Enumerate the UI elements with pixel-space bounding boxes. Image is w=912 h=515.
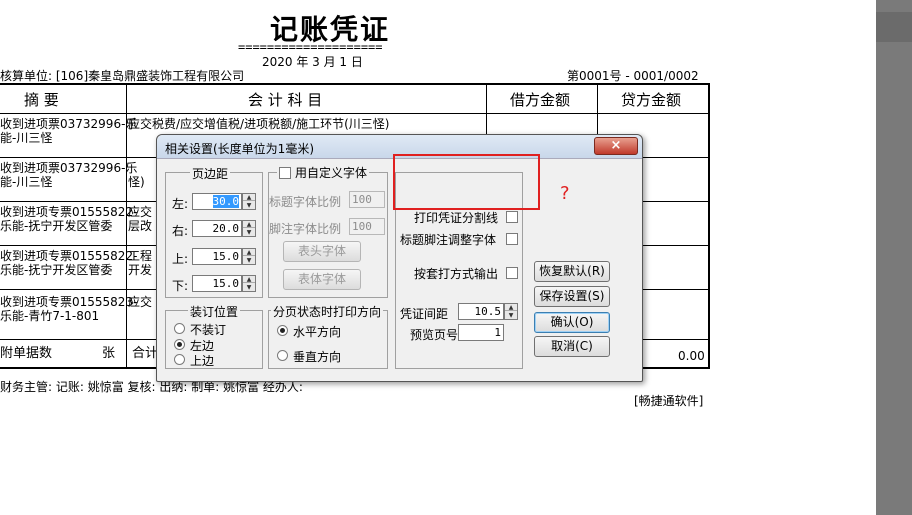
software-brand: [畅捷通软件] (634, 394, 704, 408)
spin-down-icon[interactable]: ▼ (505, 312, 517, 319)
spin-down-icon[interactable]: ▼ (243, 284, 255, 291)
close-button[interactable]: × (594, 137, 638, 155)
adjust-footer-font-checkbox[interactable] (506, 233, 518, 245)
template-print-label: 按套打方式输出 (414, 267, 499, 281)
total-value: 0.00 (678, 349, 705, 363)
option-horizontal: 水平方向 (293, 325, 342, 339)
confirm-button[interactable]: 确认(O) (534, 312, 610, 333)
custom-font-checkbox[interactable] (279, 167, 291, 179)
margins-group-label: 页边距 (190, 165, 231, 182)
dialog-title: 相关设置(长度单位为1毫米) (165, 142, 314, 156)
spin-up-icon[interactable]: ▲ (243, 194, 255, 201)
margin-top-spinner[interactable]: ▲ ▼ (242, 248, 256, 265)
row-account: 应交税费/应交增值税/进项税额/施工环节(川三怪) (128, 117, 390, 131)
restore-default-button[interactable]: 恢复默认(R) (534, 261, 610, 282)
title-underline: ==================== (238, 40, 383, 54)
voucher-spacing-label: 凭证间距 (400, 307, 449, 321)
row-account: 层改 (128, 219, 153, 233)
header-credit: 贷方金额 (621, 91, 682, 109)
print-divider-label: 打印凭证分割线 (414, 211, 499, 225)
margin-top-label: 上: (172, 252, 189, 266)
radio-no-binding[interactable] (174, 323, 185, 334)
spin-up-icon[interactable]: ▲ (243, 221, 255, 228)
margin-bottom-label: 下: (172, 279, 189, 293)
spin-up-icon[interactable]: ▲ (243, 249, 255, 256)
preview-page-label: 预览页号 (410, 328, 459, 342)
attachments-label: 附单据数 (0, 346, 53, 361)
radio-binding-left[interactable] (174, 339, 185, 350)
row-summary: 收到进项票03732996-乐 (0, 117, 138, 131)
total-label: 合计 (132, 346, 159, 361)
header-account: 会 计 科 目 (248, 91, 323, 109)
header-debit: 借方金额 (510, 91, 571, 109)
spin-up-icon[interactable]: ▲ (505, 304, 517, 311)
margin-bottom-input[interactable]: 15.0 (192, 275, 242, 292)
accounting-unit: 核算单位: [106]秦皇岛鼎盛装饰工程有限公司 (0, 69, 245, 83)
print-divider-checkbox[interactable] (506, 211, 518, 223)
preview-page-input[interactable]: 1 (458, 324, 504, 341)
row-summary: 乐能-青竹7-1-801 (0, 309, 100, 323)
margin-top-input[interactable]: 15.0 (192, 248, 242, 265)
spin-down-icon[interactable]: ▼ (243, 202, 255, 209)
row-summary: 收到进项专票01555822- (0, 205, 138, 219)
template-print-checkbox[interactable] (506, 267, 518, 279)
row-summary: 收到进项专票01555823- (0, 295, 138, 309)
option-vertical: 垂直方向 (293, 350, 342, 364)
header-font-button[interactable]: 表头字体 (283, 241, 361, 262)
scroll-area (876, 12, 912, 42)
header-summary: 摘 要 (24, 91, 59, 109)
option-binding-top: 上边 (190, 354, 215, 368)
binding-position-group: 装订位置 不装订 左边 上边 (165, 303, 263, 369)
spin-up-icon[interactable]: ▲ (243, 276, 255, 283)
margin-right-input[interactable]: 20.0 (192, 220, 242, 237)
row-summary: 收到进项专票01555822- (0, 249, 138, 263)
workspace-background (876, 0, 912, 515)
direction-group-label: 分页状态时打印方向 (271, 303, 384, 320)
voucher-number: 第0001号 - 0001/0002 (567, 69, 699, 83)
adjust-footer-font-label: 标题脚注调整字体 (400, 233, 497, 247)
radio-vertical[interactable] (277, 350, 288, 361)
footer-font-ratio-label: 脚注字体比例 (269, 222, 342, 236)
title-font-ratio-label: 标题字体比例 (269, 195, 342, 209)
row-account: 开发 (128, 263, 153, 277)
row-account: 应交 (128, 205, 153, 219)
margin-left-label: 左: (172, 197, 189, 211)
row-summary: 能-川三怪 (0, 175, 53, 189)
row-summary: 收到进项票03732996-乐 (0, 161, 138, 175)
spin-down-icon[interactable]: ▼ (243, 257, 255, 264)
row-account: 怪) (128, 175, 145, 189)
footer-font-ratio-input[interactable]: 100 (349, 218, 385, 235)
margin-bottom-spinner[interactable]: ▲ ▼ (242, 275, 256, 292)
annotation-highlight-box (393, 154, 540, 210)
row-account: 工程 (128, 249, 153, 263)
margin-left-input[interactable]: 30.0 (192, 193, 242, 210)
close-icon: × (610, 138, 622, 153)
radio-horizontal[interactable] (277, 325, 288, 336)
row-account: 应交 (128, 295, 153, 309)
save-settings-button[interactable]: 保存设置(S) (534, 286, 610, 307)
print-direction-group: 分页状态时打印方向 水平方向 垂直方向 (268, 303, 388, 369)
voucher-spacing-spinner[interactable]: ▲ ▼ (504, 303, 518, 320)
spin-down-icon[interactable]: ▼ (243, 229, 255, 236)
cancel-button[interactable]: 取消(C) (534, 336, 610, 357)
radio-binding-top[interactable] (174, 354, 185, 365)
option-no-binding: 不装订 (190, 323, 227, 337)
body-font-button[interactable]: 表体字体 (283, 269, 361, 290)
title-font-ratio-input[interactable]: 100 (349, 191, 385, 208)
margin-right-label: 右: (172, 224, 189, 238)
row-summary: 乐能-抚宁开发区管委 (0, 219, 113, 233)
row-summary: 乐能-抚宁开发区管委 (0, 263, 113, 277)
custom-font-label: 用自定义字体 (295, 166, 368, 180)
annotation-question-mark: ? (560, 183, 570, 204)
row-summary: 能-川三怪 (0, 131, 53, 145)
binding-group-label: 装订位置 (188, 303, 241, 320)
margin-left-spinner[interactable]: ▲ ▼ (242, 193, 256, 210)
margins-group: 页边距 左: 30.0 ▲ ▼ 右: 20.0 ▲ ▼ 上: 15.0 ▲ ▼ 下: … (165, 165, 263, 298)
margin-right-spinner[interactable]: ▲ ▼ (242, 220, 256, 237)
custom-font-group: 用自定义字体 标题字体比例 100 脚注字体比例 100 表头字体 表体字体 (268, 164, 388, 298)
voucher-date: 2020 年 3 月 1 日 (262, 55, 363, 69)
attachments-unit: 张 (102, 346, 116, 361)
voucher-spacing-input[interactable]: 10.5 (458, 303, 504, 320)
